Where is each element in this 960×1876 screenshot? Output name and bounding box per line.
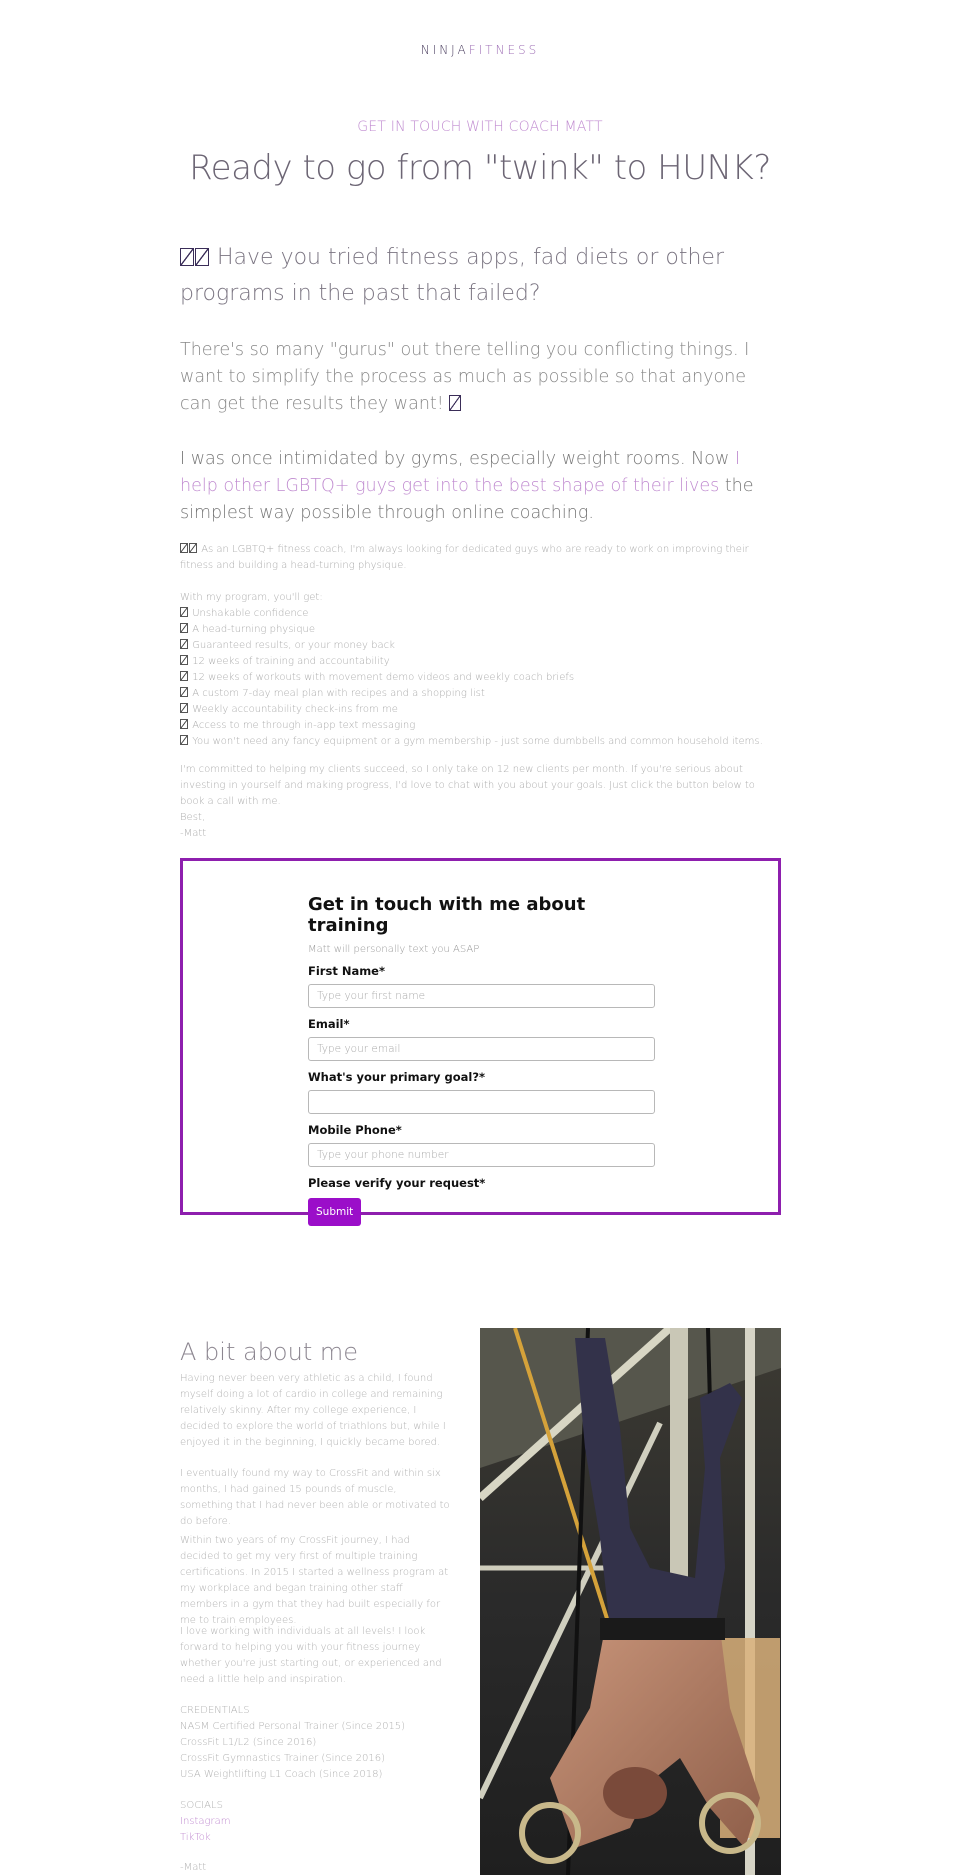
hero-headline: Ready to go from "twink" to HUNK?	[189, 148, 771, 188]
check-emoji-icon	[180, 639, 188, 649]
intro-paragraph-2: I was once intimidated by gyms, especial…	[180, 446, 780, 527]
socials: SOCIALS Instagram TikTok	[180, 1798, 450, 1846]
credential-item: NASM Certified Personal Trainer (Since 2…	[180, 1721, 406, 1732]
about-signature: -Matt	[180, 1862, 207, 1873]
intro-paragraph-1: There's so many "gurus" out there tellin…	[180, 337, 780, 418]
benefit-text: Weekly accountability check-ins from me	[192, 704, 398, 715]
benefit-item: Guaranteed results, or your money back	[180, 638, 780, 654]
about-paragraph: Having never been very athletic as a chi…	[180, 1373, 446, 1448]
benefits-heading: With my program, you'll get:	[180, 592, 323, 603]
benefit-text: Unshakable confidence	[192, 608, 309, 619]
verify-label: Please verify your request*	[308, 1176, 486, 1190]
coach-photo	[480, 1328, 781, 1875]
socials-heading: SOCIALS	[180, 1800, 223, 1811]
credentials: CREDENTIALS NASM Certified Personal Trai…	[180, 1703, 450, 1783]
mobile-phone-input[interactable]	[308, 1143, 655, 1167]
details-intro: As an LGBTQ+ fitness coach, I'm always l…	[180, 542, 780, 574]
benefit-text: 12 weeks of training and accountability	[192, 656, 390, 667]
benefits-items: Unshakable confidence A head-turning phy…	[180, 606, 780, 750]
tiktok-link[interactable]: TikTok	[180, 1830, 450, 1846]
benefit-text: A custom 7-day meal plan with recipes an…	[192, 688, 485, 699]
intro-paragraph-2-text: I was once intimidated by gyms, especial…	[180, 449, 735, 469]
benefit-item: You won't need any fancy equipment or a …	[180, 734, 780, 750]
benefit-text: You won't need any fancy equipment or a …	[192, 736, 763, 747]
logo-part-fitness: FITNESS	[468, 43, 540, 57]
credential-item: USA Weightlifting L1 Coach (Since 2018)	[180, 1769, 383, 1780]
commitment-paragraph: I'm committed to helping my clients succ…	[180, 764, 755, 807]
instagram-link[interactable]: Instagram	[180, 1814, 450, 1830]
contact-form-container: Get in touch with me about training Matt…	[180, 858, 781, 1226]
emoji-placeholder-icon	[449, 395, 462, 411]
benefit-item: A head-turning physique	[180, 622, 780, 638]
intro-question-text: Have you tried fitness apps, fad diets o…	[180, 245, 724, 306]
emoji-placeholder-icon	[180, 543, 188, 553]
about-paragraph: I love working with individuals at all l…	[180, 1626, 442, 1685]
credential-item: CrossFit L1/L2 (Since 2016)	[180, 1737, 317, 1748]
hero-eyebrow: GET IN TOUCH WITH COACH MATT	[357, 119, 603, 135]
about-title: A bit about me	[180, 1338, 359, 1366]
mobile-phone-label: Mobile Phone*	[308, 1123, 402, 1137]
benefit-text: A head-turning physique	[192, 624, 316, 635]
logo-part-ninja: NINJA	[420, 43, 469, 57]
intro-question: Have you tried fitness apps, fad diets o…	[180, 240, 780, 312]
email-label: Email*	[308, 1017, 350, 1031]
credential-item: CrossFit Gymnastics Trainer (Since 2016)	[180, 1753, 385, 1764]
check-emoji-icon	[180, 719, 188, 729]
first-name-input[interactable]	[308, 984, 655, 1008]
benefit-item: Unshakable confidence	[180, 606, 780, 622]
check-emoji-icon	[180, 623, 188, 633]
emoji-placeholder-icon	[189, 543, 197, 553]
about-paragraph: Within two years of my CrossFit journey,…	[180, 1535, 449, 1626]
check-emoji-icon	[180, 671, 188, 681]
form-title: Get in touch with me about training	[308, 894, 586, 936]
check-emoji-icon	[180, 687, 188, 697]
check-emoji-icon	[180, 703, 188, 713]
coach-photo-illustration	[480, 1328, 781, 1875]
benefit-text: 12 weeks of workouts with movement demo …	[192, 672, 575, 683]
form-subtitle: Matt will personally text you ASAP	[308, 944, 480, 955]
signoff: Best, -Matt	[180, 810, 780, 842]
benefit-item: Access to me through in-app text messagi…	[180, 718, 780, 734]
contact-form: Get in touch with me about training Matt…	[308, 894, 655, 1226]
about-paragraph: I eventually found my way to CrossFit an…	[180, 1468, 450, 1527]
first-name-label: First Name*	[308, 964, 385, 978]
benefit-text: Guaranteed results, or your money back	[192, 640, 395, 651]
check-emoji-icon	[180, 607, 188, 617]
email-input[interactable]	[308, 1037, 655, 1061]
signoff-line: Best,	[180, 812, 206, 823]
benefit-item: Weekly accountability check-ins from me	[180, 702, 780, 718]
signoff-name: -Matt	[180, 828, 207, 839]
benefit-item: 12 weeks of training and accountability	[180, 654, 780, 670]
emoji-placeholder-icon	[180, 248, 194, 266]
emoji-placeholder-icon	[195, 248, 209, 266]
benefit-text: Access to me through in-app text messagi…	[192, 720, 416, 731]
brand-logo[interactable]: NINJAFITNESS	[0, 43, 960, 57]
benefits-list: With my program, you'll get: Unshakable …	[180, 590, 780, 750]
check-emoji-icon	[180, 735, 188, 745]
credentials-heading: CREDENTIALS	[180, 1705, 250, 1716]
details-intro-text: As an LGBTQ+ fitness coach, I'm always l…	[180, 544, 749, 571]
submit-button[interactable]: Submit	[308, 1198, 362, 1226]
intro-paragraph-1-text: There's so many "gurus" out there tellin…	[180, 340, 750, 414]
primary-goal-input[interactable]	[308, 1090, 655, 1114]
check-emoji-icon	[180, 655, 188, 665]
primary-goal-label: What's your primary goal?*	[308, 1070, 486, 1084]
benefit-item: A custom 7-day meal plan with recipes an…	[180, 686, 780, 702]
benefit-item: 12 weeks of workouts with movement demo …	[180, 670, 780, 686]
